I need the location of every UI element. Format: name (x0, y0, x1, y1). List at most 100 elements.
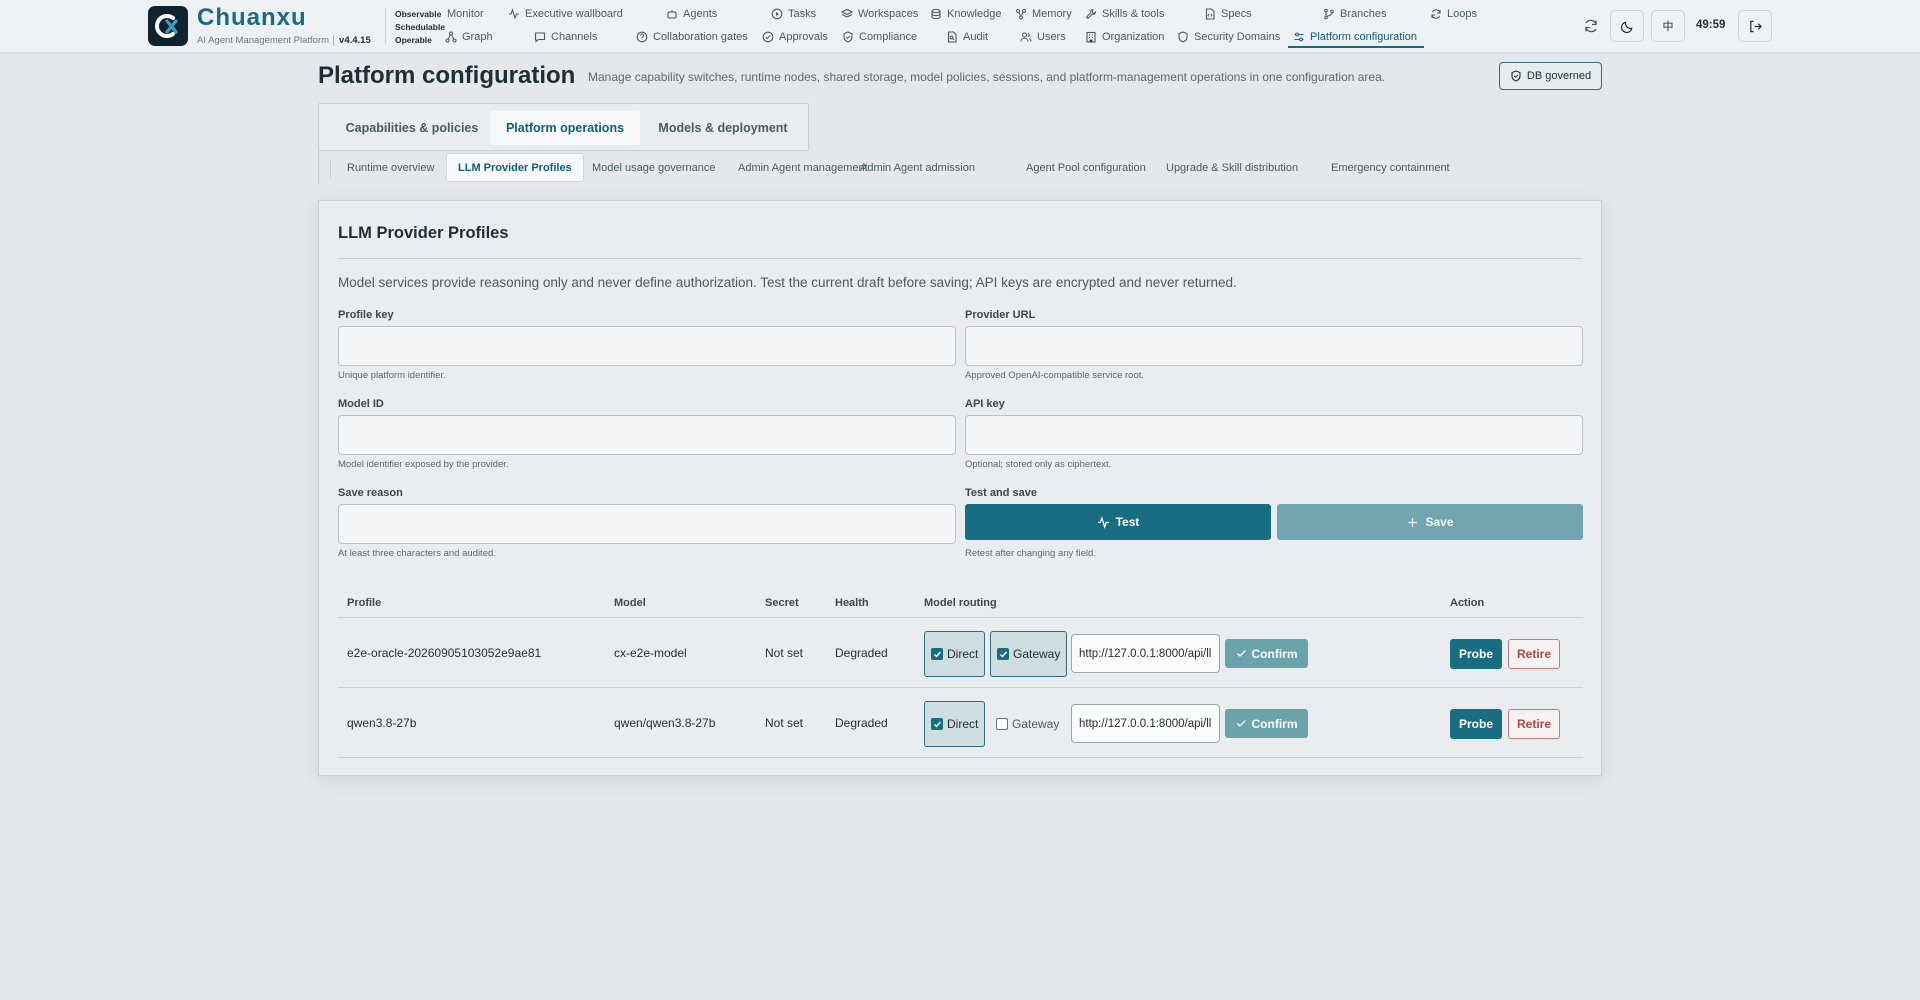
nav-users[interactable]: Users (1020, 28, 1066, 46)
brand-subtitle: AI Agent Management Platform v4.4.15 (197, 35, 371, 46)
db-governed-badge: DB governed (1499, 62, 1602, 90)
subtab-llm-provider-profiles[interactable]: LLM Provider Profiles (446, 153, 584, 182)
confirm-routing-button[interactable]: Confirm (1225, 639, 1308, 668)
nav-compliance[interactable]: Compliance (842, 28, 917, 46)
model-id-hint: Model identifier exposed by the provider… (338, 459, 509, 470)
refresh-icon[interactable] (1583, 18, 1599, 34)
subtab-divider (330, 159, 331, 178)
api-key-hint: Optional; stored only as ciphertext. (965, 459, 1112, 470)
tab-platform-operations[interactable]: Platform operations (490, 111, 640, 145)
nav-loops[interactable]: Loops (1430, 5, 1477, 23)
gateway-label: Gateway (1013, 647, 1061, 661)
nav-platform-configuration[interactable]: Platform configuration (1293, 28, 1417, 46)
api-key-label: API key (965, 398, 1005, 410)
gateway-url-input[interactable] (1071, 634, 1220, 673)
plus-icon (1408, 517, 1418, 527)
subtab-emergency-containment[interactable]: Emergency containment (1320, 153, 1461, 182)
nav-label: Users (1037, 31, 1066, 43)
help-circle-icon (636, 31, 648, 43)
nav-label: Approvals (779, 31, 828, 43)
shield-icon (1178, 31, 1188, 43)
gateway-checkbox[interactable]: Gateway (990, 631, 1068, 677)
subtab-runtime-overview[interactable]: Runtime overview (336, 153, 445, 182)
sliders-icon (1294, 32, 1304, 42)
llm-provider-profiles-panel: LLM Provider Profiles Model services pro… (318, 200, 1602, 776)
sub-tabs: Runtime overview LLM Provider Profiles M… (318, 151, 1602, 185)
profile-key-hint: Unique platform identifier. (338, 370, 446, 381)
nav-label: Knowledge (947, 8, 1002, 20)
retire-button[interactable]: Retire (1508, 709, 1560, 739)
subtab-model-usage-governance[interactable]: Model usage governance (581, 153, 727, 182)
nav-executive-wallboard[interactable]: Executive wallboard (508, 5, 623, 23)
nav-graph[interactable]: Graph (445, 28, 493, 46)
profile-key-label: Profile key (338, 309, 394, 321)
subtab-upgrade-skill-distribution[interactable]: Upgrade & Skill distribution (1155, 153, 1309, 182)
logout-button[interactable] (1738, 10, 1772, 42)
language-button[interactable]: 中 (1651, 10, 1685, 42)
gateway-url-input[interactable] (1071, 704, 1220, 743)
gateway-label: Gateway (1012, 717, 1060, 731)
save-button[interactable]: Save (1277, 504, 1583, 540)
subtab-agent-pool-configuration[interactable]: Agent Pool configuration (1015, 153, 1157, 182)
tab-capabilities-policies[interactable]: Capabilities & policies (327, 111, 497, 145)
nav-channels[interactable]: Channels (534, 28, 597, 46)
profile-cell: e2e-oracle-20260905103052e9ae81 (347, 646, 542, 660)
nav-memory[interactable]: Memory (1015, 5, 1072, 23)
nav-approvals[interactable]: Approvals (762, 28, 828, 46)
check-circle-icon (762, 31, 774, 43)
nav-branches[interactable]: Branches (1323, 5, 1386, 23)
building-icon (1086, 31, 1096, 43)
column-header: Model routing (924, 597, 997, 609)
profile-key-input[interactable] (338, 326, 956, 366)
checkbox-checked-icon (997, 648, 1009, 660)
test-button[interactable]: Test (965, 504, 1271, 540)
probe-button[interactable]: Probe (1450, 709, 1502, 739)
checkbox-unchecked-icon (996, 718, 1008, 730)
save-reason-input[interactable] (338, 504, 956, 544)
app-logo[interactable] (148, 6, 188, 46)
test-and-save-hint: Retest after changing any field. (965, 548, 1096, 559)
theme-toggle-button[interactable] (1610, 10, 1644, 42)
language-label: 中 (1662, 21, 1674, 33)
confirm-label: Confirm (1251, 646, 1298, 661)
layers-icon (841, 8, 853, 18)
model-id-input[interactable] (338, 415, 956, 455)
nav-collaboration-gates[interactable]: Collaboration gates (636, 28, 748, 46)
nav-label: Monitor (447, 8, 484, 20)
api-key-input[interactable] (965, 415, 1583, 455)
pulse-icon (1097, 515, 1109, 529)
nav-label: Tasks (788, 8, 817, 20)
nav-agents[interactable]: Agents (666, 5, 717, 23)
play-circle-icon (771, 8, 783, 20)
tab-models-deployment[interactable]: Models & deployment (648, 111, 798, 145)
nav-knowledge[interactable]: Knowledge (930, 5, 1001, 23)
secret-cell: Not set (765, 646, 804, 660)
nav-label: Collaboration gates (653, 31, 748, 43)
nav-workspaces[interactable]: Workspaces (841, 5, 918, 23)
nav-label: Skills & tools (1102, 8, 1165, 20)
panel-divider (338, 258, 1582, 259)
health-cell: Degraded (835, 646, 888, 660)
nav-label: Platform configuration (1310, 31, 1417, 43)
gateway-checkbox[interactable]: Gateway (990, 701, 1065, 747)
provider-url-input[interactable] (965, 326, 1583, 366)
nav-label: Security Domains (1194, 31, 1281, 43)
confirm-routing-button[interactable]: Confirm (1225, 709, 1308, 738)
probe-button[interactable]: Probe (1450, 639, 1502, 669)
nav-organization[interactable]: Organization (1085, 28, 1164, 46)
nav-security-domains[interactable]: Security Domains (1177, 28, 1280, 46)
subtab-admin-agent-admission[interactable]: Admin Agent admission (849, 153, 986, 182)
direct-checkbox[interactable]: Direct (924, 631, 986, 677)
nav-specs[interactable]: Specs (1204, 5, 1252, 23)
nav-monitor[interactable]: Monitor (442, 5, 484, 23)
retire-button[interactable]: Retire (1508, 639, 1560, 669)
nav-label: Graph (462, 31, 493, 43)
nav-audit[interactable]: Audit (946, 28, 988, 46)
nav-skills-tools[interactable]: Skills & tools (1085, 5, 1164, 23)
direct-checkbox[interactable]: Direct (924, 701, 986, 747)
main-tabs: Capabilities & policies Platform operati… (318, 103, 809, 151)
moon-icon (1620, 20, 1633, 33)
page-description: Manage capability switches, runtime node… (588, 70, 1386, 84)
nav-tasks[interactable]: Tasks (771, 5, 816, 23)
brand-tagline: Observable Schedulable Operable (385, 8, 447, 45)
